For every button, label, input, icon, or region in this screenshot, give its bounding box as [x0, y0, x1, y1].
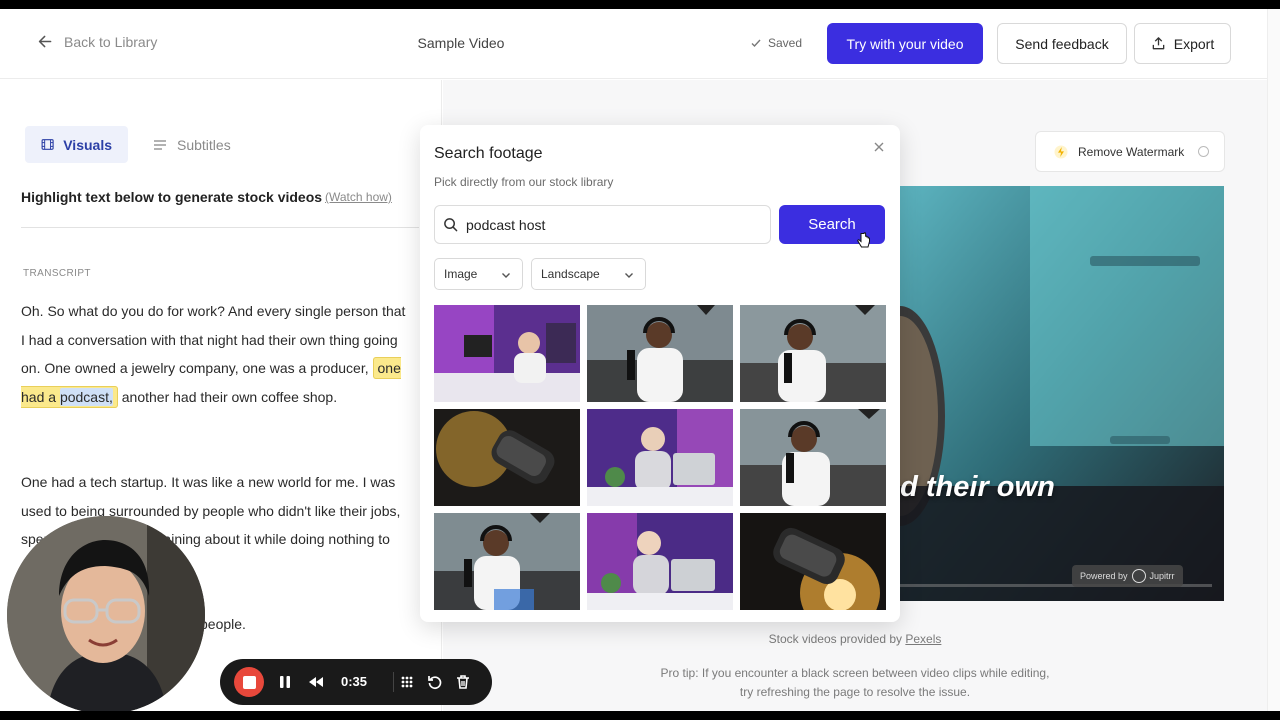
trash-icon[interactable] [454, 673, 472, 691]
stock-credit-prefix: Stock videos provided by [768, 632, 906, 646]
search-icon [444, 218, 458, 232]
app-window: Back to Library Sample Video Saved Try w… [0, 9, 1267, 711]
restart-icon[interactable] [426, 673, 444, 691]
tab-subtitles[interactable]: Subtitles [136, 126, 247, 163]
webcam-bubble[interactable] [7, 516, 205, 711]
transcript-paragraph[interactable]: people. [200, 610, 400, 639]
orientation-value: Landscape [541, 267, 600, 281]
video-frame [880, 186, 1224, 601]
stock-thumbnail[interactable] [587, 305, 733, 402]
stock-thumbnail[interactable] [740, 305, 886, 402]
export-button[interactable]: Export [1134, 23, 1231, 64]
transcript-text: people. [200, 616, 246, 632]
top-header: Back to Library Sample Video Saved Try w… [0, 9, 1267, 79]
selected-word: podcast, [59, 387, 113, 406]
export-label: Export [1173, 35, 1215, 52]
highlight-instruction: Highlight text below to generate stock v… [21, 189, 323, 205]
tab-subtitles-label: Subtitles [177, 136, 231, 153]
recording-toolbar: 0:35 [220, 659, 492, 705]
transcript-text: another had their own coffee shop. [117, 388, 338, 405]
orientation-select[interactable]: Landscape [531, 258, 646, 290]
close-icon[interactable] [872, 140, 886, 154]
cursor-hand-icon [857, 232, 870, 248]
check-icon [751, 39, 761, 48]
brand-label: Jupitrr [1149, 571, 1175, 581]
results-grid [434, 305, 886, 610]
watermark-radio[interactable] [1198, 146, 1210, 157]
stop-recording-button[interactable] [234, 667, 264, 697]
media-type-value: Image [444, 267, 478, 281]
stock-thumbnail[interactable] [740, 513, 886, 610]
stock-thumbnail[interactable] [587, 513, 733, 610]
search-field[interactable] [434, 205, 771, 244]
pro-tip-text: Pro tip: If you encounter a black screen… [660, 666, 1050, 699]
subtitle-caption: ad their own [884, 471, 1055, 503]
popover-subtitle: Pick directly from our stock library [434, 175, 614, 189]
chevron-down-icon [502, 273, 510, 278]
film-icon [41, 139, 54, 150]
search-input[interactable] [466, 216, 746, 233]
saved-label: Saved [768, 36, 803, 50]
divider [393, 672, 394, 692]
stop-icon [242, 675, 256, 689]
stock-thumbnail[interactable] [740, 409, 886, 506]
send-feedback-button[interactable]: Send feedback [997, 23, 1127, 64]
powered-by-label: Powered by [1080, 571, 1128, 581]
webcam-feed [7, 516, 205, 711]
pexels-link[interactable]: Pexels [905, 632, 941, 646]
stock-thumbnail[interactable] [434, 513, 580, 610]
remove-watermark-toggle[interactable]: Remove Watermark [1035, 131, 1225, 172]
try-with-your-video-button[interactable]: Try with your video [827, 23, 983, 64]
tab-visuals[interactable]: Visuals [25, 126, 128, 163]
video-preview[interactable] [880, 186, 1224, 601]
stock-thumbnail[interactable] [434, 409, 580, 506]
lines-icon [154, 139, 166, 150]
chevron-down-icon [625, 273, 633, 278]
recording-time: 0:35 [341, 674, 368, 689]
transcript-text: Oh. So what do you do for work? And ever… [21, 303, 406, 376]
lightning-icon [1054, 145, 1068, 158]
media-type-select[interactable]: Image [434, 258, 523, 290]
saved-status: Saved [750, 36, 802, 50]
powered-by-badge: Powered by Jupitrr [1072, 565, 1183, 587]
drag-handle-icon[interactable] [398, 673, 416, 691]
search-footage-popover: Search footage Pick directly from our st… [420, 125, 900, 622]
upload-icon [1152, 37, 1165, 50]
transcript-heading: TRANSCRIPT [23, 268, 91, 279]
jupitrr-logo-icon [1131, 569, 1146, 583]
rewind-icon[interactable] [307, 673, 325, 691]
tab-visuals-label: Visuals [63, 136, 112, 153]
watch-how-link[interactable]: (Watch how) [325, 190, 392, 204]
remove-watermark-label: Remove Watermark [1078, 144, 1185, 159]
transcript-paragraph[interactable]: Oh. So what do you do for work? And ever… [21, 297, 411, 411]
stock-thumbnail[interactable] [587, 409, 733, 506]
stock-credit: Stock videos provided by Pexels [443, 632, 1267, 646]
scrollbar[interactable] [1267, 9, 1280, 711]
stock-thumbnail[interactable] [434, 305, 580, 402]
popover-title: Search footage [434, 145, 543, 162]
divider [21, 227, 419, 228]
pause-icon[interactable] [276, 673, 294, 691]
